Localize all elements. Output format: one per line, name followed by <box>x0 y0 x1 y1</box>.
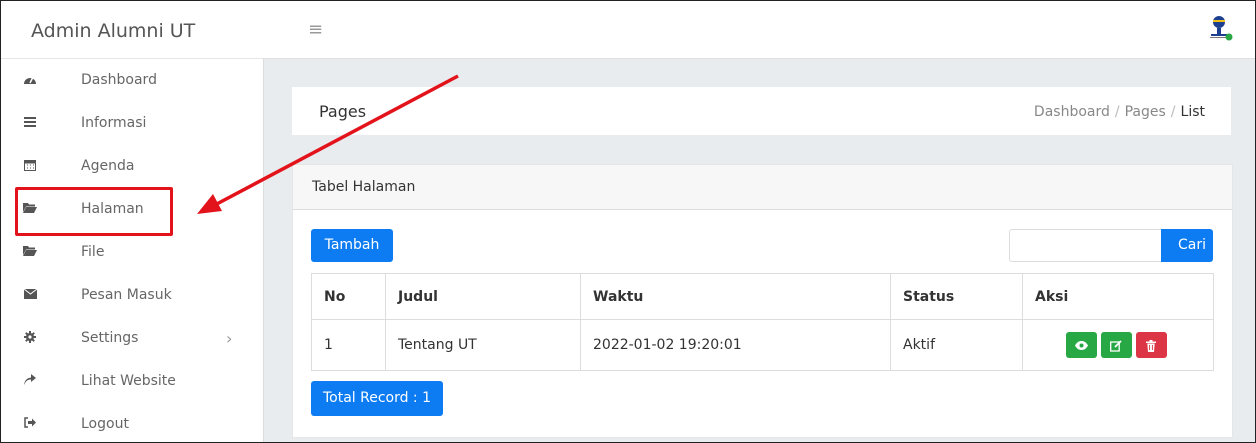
app-frame: Admin Alumni UT Dashboard Informasi Agen… <box>0 0 1256 443</box>
annotation-arrow <box>197 74 459 214</box>
